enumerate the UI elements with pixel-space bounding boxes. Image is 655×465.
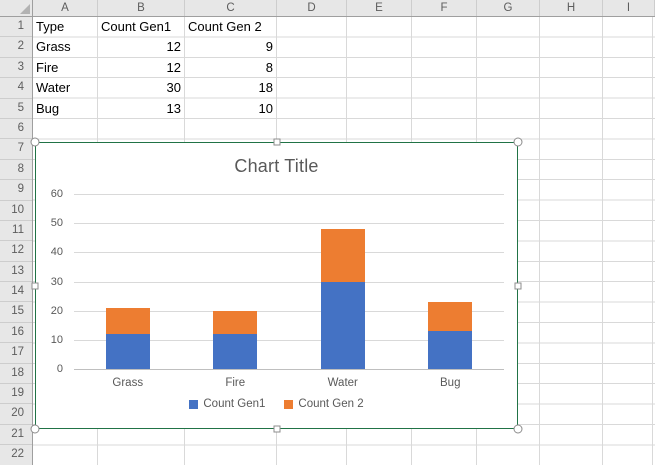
row-header-18[interactable]: 18 [0, 364, 32, 384]
bar-segment-count-gen1-bug[interactable] [428, 331, 472, 369]
cell-b4[interactable]: 30 [98, 78, 181, 98]
row-header-13[interactable]: 13 [0, 262, 32, 282]
row-header-10[interactable]: 10 [0, 201, 32, 221]
cell-c2[interactable]: 9 [185, 37, 273, 57]
cell-c1[interactable]: Count Gen 2 [188, 17, 276, 37]
cell-b2[interactable]: 12 [98, 37, 181, 57]
chart-resize-handle-bottom-left[interactable] [31, 425, 40, 434]
chart-resize-handle-bottom-right[interactable] [514, 425, 523, 434]
chart-legend: Count Gen1 Count Gen 2 [36, 398, 517, 410]
x-axis-category-label-grass: Grass [74, 376, 182, 391]
legend-item-count-gen-2[interactable]: Count Gen 2 [284, 398, 363, 410]
cell-c3[interactable]: 8 [185, 58, 273, 78]
cell-a2[interactable]: Grass [36, 37, 96, 57]
legend-swatch-count-gen1-icon [189, 400, 198, 409]
chart[interactable]: Chart Title 60 50 40 30 20 10 0 GrassFireWaterB… [35, 142, 518, 429]
column-header-e[interactable]: E [347, 0, 412, 16]
chart-gridline-60 [74, 194, 504, 195]
row-header-7[interactable]: 7 [0, 139, 32, 159]
row-header-column: 12345678910111213141516171819202122 [0, 17, 33, 465]
chart-resize-handle-top-left[interactable] [31, 138, 40, 147]
row-header-8[interactable]: 8 [0, 160, 32, 180]
cell-a1[interactable]: Type [36, 17, 96, 37]
column-headers: ABCDEFGHI [33, 0, 655, 16]
chart-title[interactable]: Chart Title [36, 156, 517, 177]
x-axis-line [74, 369, 504, 370]
y-axis-tick-label-50: 50 [36, 216, 63, 230]
cell-c5[interactable]: 10 [185, 99, 273, 119]
column-header-b[interactable]: B [98, 0, 185, 16]
row-header-6[interactable]: 6 [0, 119, 32, 139]
row-header-12[interactable]: 12 [0, 241, 32, 261]
row-header-20[interactable]: 20 [0, 404, 32, 424]
bar-segment-count-gen1-water[interactable] [321, 282, 365, 370]
row-header-4[interactable]: 4 [0, 78, 32, 98]
row-header-21[interactable]: 21 [0, 425, 32, 445]
column-header-i[interactable]: I [603, 0, 655, 16]
excel-worksheet: ABCDEFGHI 123456789101112131415161718192… [0, 0, 655, 465]
row-header-11[interactable]: 11 [0, 221, 32, 241]
row-header-17[interactable]: 17 [0, 343, 32, 363]
bar-segment-count-gen1-grass[interactable] [106, 334, 150, 369]
cell-b3[interactable]: 12 [98, 58, 181, 78]
row-header-19[interactable]: 19 [0, 384, 32, 404]
legend-swatch-count-gen-2-icon [284, 400, 293, 409]
select-all-button[interactable] [0, 0, 33, 16]
row-header-14[interactable]: 14 [0, 282, 32, 302]
chart-gridline-50 [74, 223, 504, 224]
row-header-16[interactable]: 16 [0, 323, 32, 343]
x-axis-category-label-water: Water [289, 376, 397, 391]
cell-b1[interactable]: Count Gen1 [101, 17, 184, 37]
row-header-5[interactable]: 5 [0, 99, 32, 119]
chart-resize-handle-bottom[interactable] [273, 426, 280, 433]
bar-segment-count-gen-2-fire[interactable] [213, 311, 257, 334]
column-header-f[interactable]: F [412, 0, 477, 16]
x-axis-category-label-bug: Bug [397, 376, 505, 391]
y-axis-tick-label-0: 0 [36, 362, 63, 376]
column-header-d[interactable]: D [277, 0, 347, 16]
x-axis-category-label-fire: Fire [182, 376, 290, 391]
y-axis-tick-label-30: 30 [36, 275, 63, 289]
chart-gridline-30 [74, 282, 504, 283]
chart-resize-handle-right[interactable] [515, 282, 522, 289]
cell-b5[interactable]: 13 [98, 99, 181, 119]
row-header-1[interactable]: 1 [0, 17, 32, 37]
row-header-9[interactable]: 9 [0, 180, 32, 200]
legend-label-count-gen1: Count Gen1 [203, 398, 265, 410]
bar-segment-count-gen-2-water[interactable] [321, 229, 365, 282]
y-axis-tick-label-20: 20 [36, 304, 63, 318]
column-header-a[interactable]: A [33, 0, 98, 16]
column-header-row: ABCDEFGHI [0, 0, 655, 17]
y-axis-tick-label-40: 40 [36, 245, 63, 259]
legend-item-count-gen1[interactable]: Count Gen1 [189, 398, 265, 410]
y-axis-tick-label-10: 10 [36, 333, 63, 347]
chart-resize-handle-top-right[interactable] [514, 138, 523, 147]
cell-c4[interactable]: 18 [185, 78, 273, 98]
row-header-2[interactable]: 2 [0, 37, 32, 57]
row-header-22[interactable]: 22 [0, 445, 32, 465]
cell-a5[interactable]: Bug [36, 99, 96, 119]
y-axis-tick-label-60: 60 [36, 187, 63, 201]
cell-a4[interactable]: Water [36, 78, 96, 98]
bar-segment-count-gen-2-bug[interactable] [428, 302, 472, 331]
chart-gridline-40 [74, 252, 504, 253]
column-header-h[interactable]: H [540, 0, 603, 16]
chart-resize-handle-left[interactable] [32, 282, 39, 289]
row-header-15[interactable]: 15 [0, 302, 32, 322]
legend-label-count-gen-2: Count Gen 2 [298, 398, 363, 410]
row-header-3[interactable]: 3 [0, 58, 32, 78]
bar-segment-count-gen1-fire[interactable] [213, 334, 257, 369]
bar-segment-count-gen-2-grass[interactable] [106, 308, 150, 334]
column-header-g[interactable]: G [477, 0, 540, 16]
select-all-triangle-icon [20, 4, 30, 14]
cell-a3[interactable]: Fire [36, 58, 96, 78]
chart-resize-handle-top[interactable] [273, 139, 280, 146]
column-header-c[interactable]: C [185, 0, 277, 16]
